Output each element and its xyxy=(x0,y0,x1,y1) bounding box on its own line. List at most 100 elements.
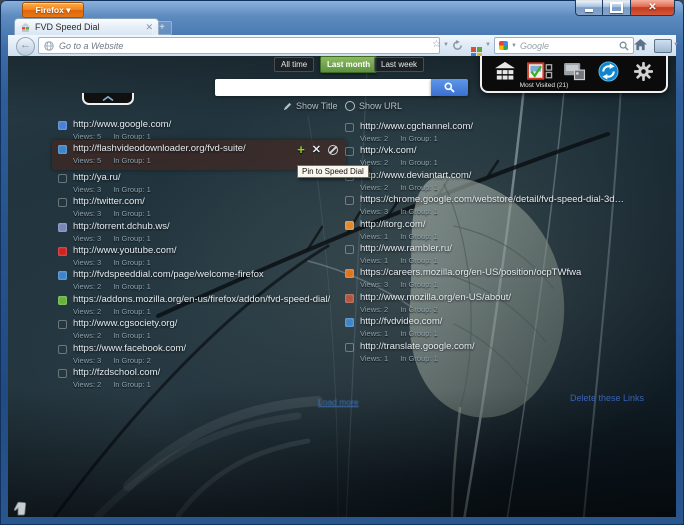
link-views: Views: 2 xyxy=(73,331,102,341)
link-lines: http://fvdvideo.com/ Views: 1 In Group: 1 xyxy=(360,316,627,340)
link-views: Views: 1 xyxy=(360,231,389,241)
link-row[interactable]: http://fzdschool.com/ Views: 2 In Group: … xyxy=(58,367,340,391)
link-url[interactable]: http://www.google.com/ xyxy=(73,119,340,130)
gallery-button[interactable] xyxy=(560,59,588,83)
globe-favicon xyxy=(58,271,67,281)
link-row[interactable]: https://addons.mozilla.org/en-us/firefox… xyxy=(58,294,340,318)
most-visited-button[interactable] xyxy=(526,59,554,83)
blank-favicon xyxy=(58,173,67,183)
url-placeholder: Go to a Website xyxy=(59,40,124,51)
link-url[interactable]: https://chrome.google.com/webstore/detai… xyxy=(360,194,627,205)
link-row[interactable]: https://www.facebook.com/ Views: 3 In Gro… xyxy=(58,343,340,367)
link-url[interactable]: http://www.rambler.ru/ xyxy=(360,243,627,254)
speed-dial-search-button[interactable] xyxy=(431,79,468,96)
link-row[interactable]: http://fvdspeeddial.com/page/welcome-fir… xyxy=(58,269,340,293)
fvd-addon-dropdown-icon[interactable]: ▼ xyxy=(485,42,491,48)
chevron-up-icon xyxy=(102,95,114,101)
show-url-toggle[interactable]: Show URL xyxy=(345,101,402,111)
link-url[interactable]: http://fzdschool.com/ xyxy=(73,367,340,378)
addons-favicon xyxy=(58,295,67,305)
back-button[interactable]: ← xyxy=(16,37,35,56)
link-views: Views: 2 xyxy=(360,182,389,192)
maximize-button[interactable] xyxy=(602,0,631,16)
toolbar-search-box[interactable]: ▼ Google xyxy=(494,37,634,54)
link-row[interactable]: http://www.cgsociety.org/ Views: 2 In Gro… xyxy=(58,318,340,342)
url-bar[interactable]: Go to a Website xyxy=(38,37,440,54)
close-button[interactable]: ✕ xyxy=(631,0,675,16)
bookmark-star-icon[interactable]: ☆ xyxy=(432,39,441,51)
link-meta: Views: 3 In Group: 1 xyxy=(73,209,340,218)
link-url[interactable]: http://fvdspeeddial.com/page/welcome-fir… xyxy=(73,269,340,280)
sync-icon xyxy=(598,60,619,82)
search-engine-dropdown-icon[interactable]: ▼ xyxy=(511,43,517,49)
link-row[interactable]: http://vk.com/ Views: 2In Group: 1 + ✕ xyxy=(345,145,627,169)
gear-icon xyxy=(633,61,653,81)
settings-button[interactable] xyxy=(629,59,657,83)
sync-button[interactable] xyxy=(595,59,623,83)
link-group: In Group: 1 xyxy=(400,182,438,192)
tab-groups-icon[interactable] xyxy=(654,39,672,53)
load-more-link[interactable]: Load more xyxy=(318,397,359,407)
home-icon[interactable] xyxy=(634,39,647,51)
site-favicon xyxy=(345,293,354,303)
speed-dial-search-input[interactable] xyxy=(215,79,439,96)
link-row[interactable]: http://itorg.com/ Views: 1In Group: 1 + … xyxy=(345,219,627,243)
link-row[interactable]: http://www.deviantart.com/ Views: 2 In Gr… xyxy=(345,170,627,194)
link-url[interactable]: https://addons.mozilla.org/en-us/firefox… xyxy=(73,294,340,305)
link-url[interactable]: http://www.mozilla.org/en-US/about/ xyxy=(360,292,627,303)
link-url[interactable]: https://careers.mozilla.org/en-US/positi… xyxy=(360,267,627,278)
bookmark-dropdown-icon[interactable]: ▼ xyxy=(443,42,449,48)
panel-collapse-handle[interactable] xyxy=(82,93,134,105)
search-icon xyxy=(444,82,455,93)
link-meta: Views: 2 In Group: 1 xyxy=(360,183,627,192)
link-lines: https://www.facebook.com/ Views: 3 In Gro… xyxy=(73,343,340,367)
tab-groups-dropdown-icon[interactable]: ▼ xyxy=(673,42,679,48)
link-views: Views: 3 xyxy=(73,184,102,194)
link-row[interactable]: http://www.mozilla.org/en-US/about/ View… xyxy=(345,292,627,316)
link-url[interactable]: http://www.cgsociety.org/ xyxy=(73,318,340,329)
site-favicon xyxy=(58,222,67,232)
link-views: Views: 5 xyxy=(73,156,102,166)
delete-link-icon[interactable]: ✕ xyxy=(312,145,321,156)
link-url[interactable]: http://www.youtube.com/ xyxy=(73,245,340,256)
most-visited-icon xyxy=(526,61,552,80)
speed-dial-page: All time Last month Last week Show Title… xyxy=(8,56,676,517)
show-title-toggle[interactable]: Show Title xyxy=(283,101,338,111)
firefox-menu-button[interactable]: Firefox ▾ xyxy=(22,2,84,18)
browser-tab[interactable]: FVD Speed Dial ✕ xyxy=(14,18,159,35)
link-group: In Group: 1 xyxy=(400,255,438,265)
reload-icon[interactable] xyxy=(452,40,463,51)
delete-links-link[interactable]: Delete these Links xyxy=(570,393,644,403)
block-link-icon[interactable] xyxy=(328,145,338,156)
link-url[interactable]: http://translate.google.com/ xyxy=(360,341,627,352)
link-url[interactable]: https://www.facebook.com/ xyxy=(73,343,340,354)
link-row[interactable]: http://www.youtube.com/ Views: 3 In Group… xyxy=(58,245,340,269)
dials-home-button[interactable] xyxy=(491,59,519,83)
link-lines: http://torrent.dchub.ws/ Views: 3 In Grou… xyxy=(73,221,340,245)
link-row[interactable]: https://careers.mozilla.org/en-US/positi… xyxy=(345,267,627,291)
link-row[interactable]: http://twitter.com/ Views: 3 In Group: 1 … xyxy=(58,196,340,220)
link-url[interactable]: http://fvdvideo.com/ xyxy=(360,316,627,327)
link-lines: https://chrome.google.com/webstore/detai… xyxy=(360,194,627,218)
link-url[interactable]: http://torrent.dchub.ws/ xyxy=(73,221,340,232)
new-tab-button[interactable]: + xyxy=(152,21,172,35)
link-lines: http://www.cgchannel.com/ Views: 2 In Gro… xyxy=(360,121,627,145)
link-row[interactable]: https://chrome.google.com/webstore/detai… xyxy=(345,194,627,218)
pin-to-speed-dial-icon[interactable]: + xyxy=(297,143,305,156)
link-url[interactable]: http://twitter.com/ xyxy=(73,196,340,207)
link-url[interactable]: http://www.cgchannel.com/ xyxy=(360,121,627,132)
link-url[interactable]: http://www.deviantart.com/ xyxy=(360,170,627,181)
link-url[interactable]: http://itorg.com/ xyxy=(360,219,627,230)
filter-last-week[interactable]: Last week xyxy=(374,57,425,72)
link-row[interactable]: http://torrent.dchub.ws/ Views: 3 In Grou… xyxy=(58,221,340,245)
minimize-button[interactable] xyxy=(575,0,602,16)
link-row[interactable]: http://www.cgchannel.com/ Views: 2 In Gro… xyxy=(345,121,627,145)
link-row[interactable]: http://translate.google.com/ Views: 1 In … xyxy=(345,341,627,365)
link-row[interactable]: http://www.rambler.ru/ Views: 1 In Group:… xyxy=(345,243,627,267)
link-row[interactable]: http://fvdvideo.com/ Views: 1 In Group: 1… xyxy=(345,316,627,340)
youtube-favicon xyxy=(58,246,67,256)
filter-last-month[interactable]: Last month xyxy=(320,56,378,73)
filter-all-time[interactable]: All time xyxy=(274,57,315,72)
link-url[interactable]: http://vk.com/ xyxy=(360,145,627,156)
toolbar-search-icon[interactable] xyxy=(619,41,629,51)
